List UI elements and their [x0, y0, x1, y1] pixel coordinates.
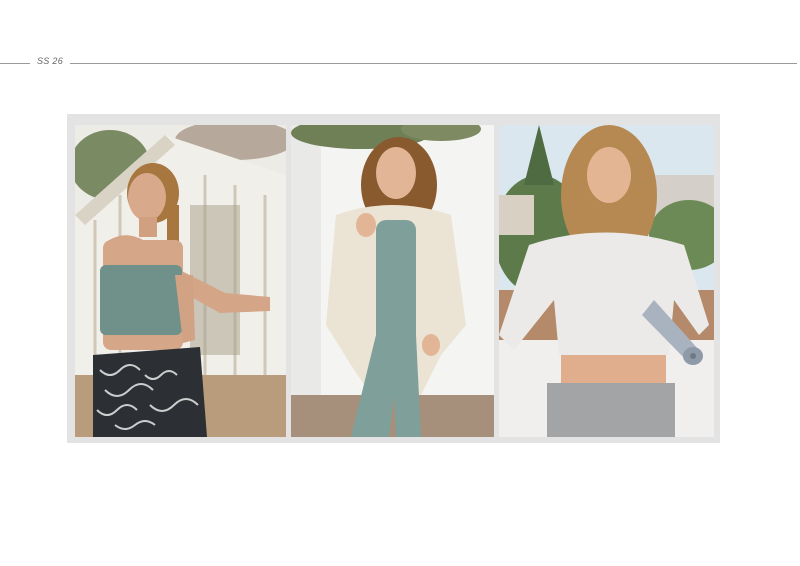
photo-grey-twist-top-with-yoga-mat: [499, 125, 714, 437]
page-header: SS 26: [0, 56, 800, 70]
header-rule-right: [70, 63, 797, 64]
header-rule-left: [0, 63, 30, 64]
photo-gallery: [67, 114, 720, 443]
photo-cream-fleece-jacket-sage-set: [291, 125, 494, 437]
photo-sage-bandeau-top-printed-leggings: [75, 125, 286, 437]
season-label: SS 26: [37, 56, 64, 66]
